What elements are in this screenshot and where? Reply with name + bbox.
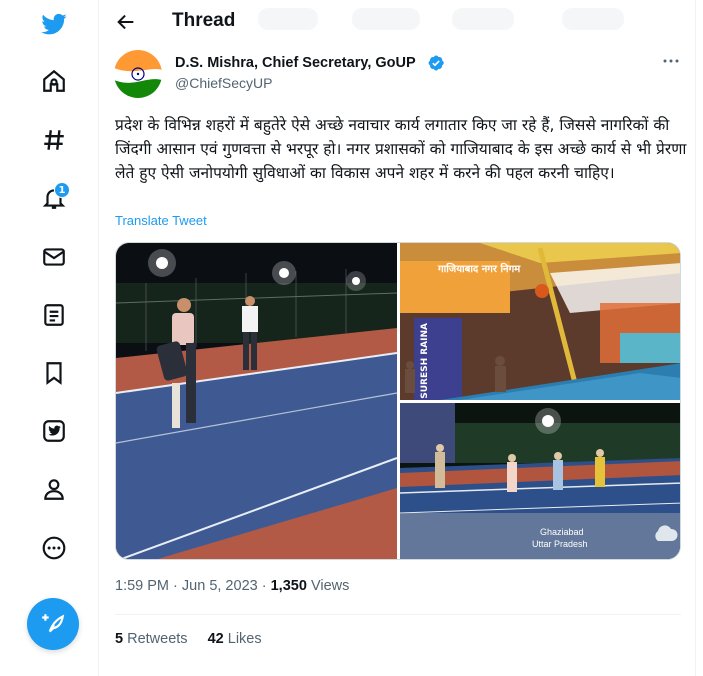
retweets-count: 5 <box>115 631 124 647</box>
explore-hashtag-icon[interactable] <box>37 123 71 157</box>
tweet-text: प्रदेश के विभिन्न शहरों में बहुतेरे ऐसे … <box>115 116 687 182</box>
column-border <box>695 0 696 676</box>
likes-stat[interactable]: 42 Likes <box>208 631 262 647</box>
home-icon[interactable] <box>37 64 71 98</box>
photo-caption-state: Uttar Pradesh <box>532 539 588 549</box>
tweet-meta: 1:59 PM · Jun 5, 2023 · 1,350 Views <box>115 578 349 594</box>
views-count: 1,350 <box>270 578 307 594</box>
tweet-time[interactable]: 1:59 PM <box>115 578 169 594</box>
author-handle[interactable]: @ChiefSecyUP <box>175 75 272 91</box>
photo-court-players-group[interactable]: Ghaziabad Uttar Pradesh <box>400 403 680 559</box>
signboard-text: गाजियाबाद नगर निगम <box>438 264 521 275</box>
bookmarks-icon[interactable] <box>37 356 71 390</box>
translate-tweet-link[interactable]: Translate Tweet <box>115 213 207 228</box>
retweets-label: Retweets <box>127 631 188 647</box>
header-blur-overlay <box>258 8 318 30</box>
messages-envelope-icon[interactable] <box>37 240 71 274</box>
likes-label: Likes <box>227 631 262 647</box>
lists-icon[interactable] <box>37 298 71 332</box>
tweet-more-options-icon[interactable] <box>661 54 681 68</box>
compose-tweet-button[interactable] <box>27 598 79 650</box>
retweets-stat[interactable]: 5 Retweets <box>115 631 188 647</box>
views-label: Views <box>310 578 350 594</box>
photo-indoor-court-arena[interactable]: गाजियाबाद नगर निगम SURESH RAINA <box>400 243 680 400</box>
twitter-blue-icon[interactable] <box>37 414 71 448</box>
verified-badge-icon <box>428 55 444 71</box>
more-options-icon[interactable] <box>37 531 71 565</box>
page-title: Thread <box>172 10 236 31</box>
back-arrow-icon[interactable] <box>115 11 137 33</box>
likes-count: 42 <box>207 631 224 647</box>
tweet-date[interactable]: Jun 5, 2023 <box>182 578 258 594</box>
author-name[interactable]: D.S. Mishra, Chief Secretary, GoUP <box>175 55 416 71</box>
twitter-logo-icon[interactable] <box>37 7 71 41</box>
tweet-stats: 5 Retweets 42 Likes <box>115 631 278 647</box>
profile-icon[interactable] <box>37 472 71 506</box>
photo-outdoor-court-night[interactable] <box>116 243 397 559</box>
tweet-media-grid: गाजियाबाद नगर निगम SURESH RAINA Ghaziaba… <box>115 242 681 560</box>
banner-text: SURESH RAINA <box>420 323 430 399</box>
photo-caption-city: Ghaziabad <box>540 527 584 537</box>
feather-plus-icon <box>42 614 65 633</box>
meta-separator: · <box>261 578 267 594</box>
divider <box>115 614 681 615</box>
meta-separator: · <box>173 578 178 594</box>
notifications-bell-icon[interactable]: 1 <box>37 181 71 215</box>
header-blur-overlay <box>352 8 420 30</box>
thread-header: Thread <box>100 0 695 45</box>
notification-count-badge: 1 <box>54 182 70 198</box>
navigation-rail: 1 <box>0 0 99 676</box>
header-blur-overlay <box>452 8 514 30</box>
avatar[interactable] <box>114 50 162 98</box>
header-blur-overlay <box>562 8 624 30</box>
